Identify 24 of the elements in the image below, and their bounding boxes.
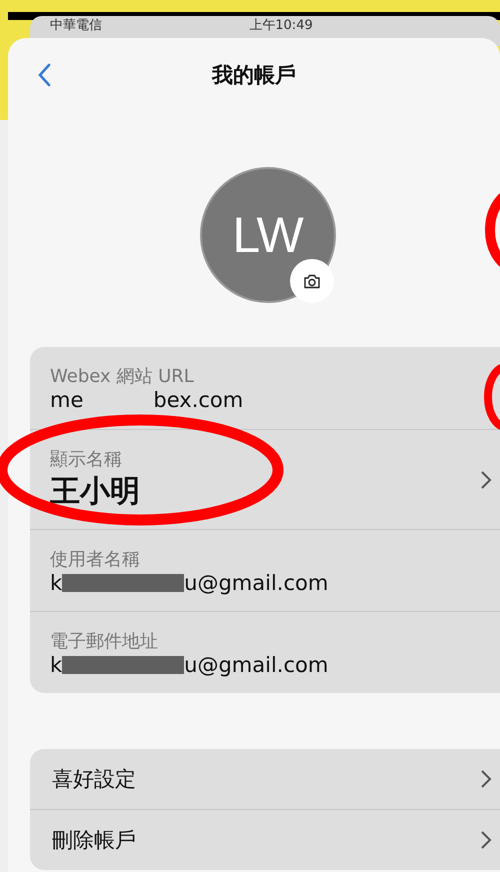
field-label: 使用者名稱 (50, 548, 141, 570)
page-title: 我的帳戶 (212, 62, 296, 89)
chevron-right-icon (480, 470, 492, 490)
display-name-value: 王小明 (50, 473, 141, 511)
field-value: k (50, 570, 62, 594)
field-label: 顯示名稱 (50, 448, 123, 471)
camera-button[interactable] (290, 259, 334, 303)
field-label: 電子郵件地址 (50, 630, 159, 652)
field-value: me (50, 388, 84, 412)
field-value: k (50, 652, 62, 676)
field-label: Webex 網站 URL (50, 365, 195, 388)
field-value: bex.com (153, 388, 244, 412)
menu-item[interactable]: 喜好設定 (30, 749, 500, 809)
menu-item[interactable]: 刪除帳戶 (30, 809, 500, 870)
chevron-right-icon (480, 830, 492, 850)
avatar-initials: LW (232, 206, 304, 264)
camera-icon (303, 274, 321, 288)
chevron-right-icon (480, 769, 492, 789)
carrier-label: 中華電信 (50, 18, 102, 34)
field-value: u@gmail.com (184, 570, 328, 594)
chevron-left-icon (37, 63, 51, 87)
field-value: u@gmail.com (184, 652, 328, 676)
annotation-arc (482, 362, 500, 432)
clock-label: 上午10:49 (249, 18, 313, 34)
